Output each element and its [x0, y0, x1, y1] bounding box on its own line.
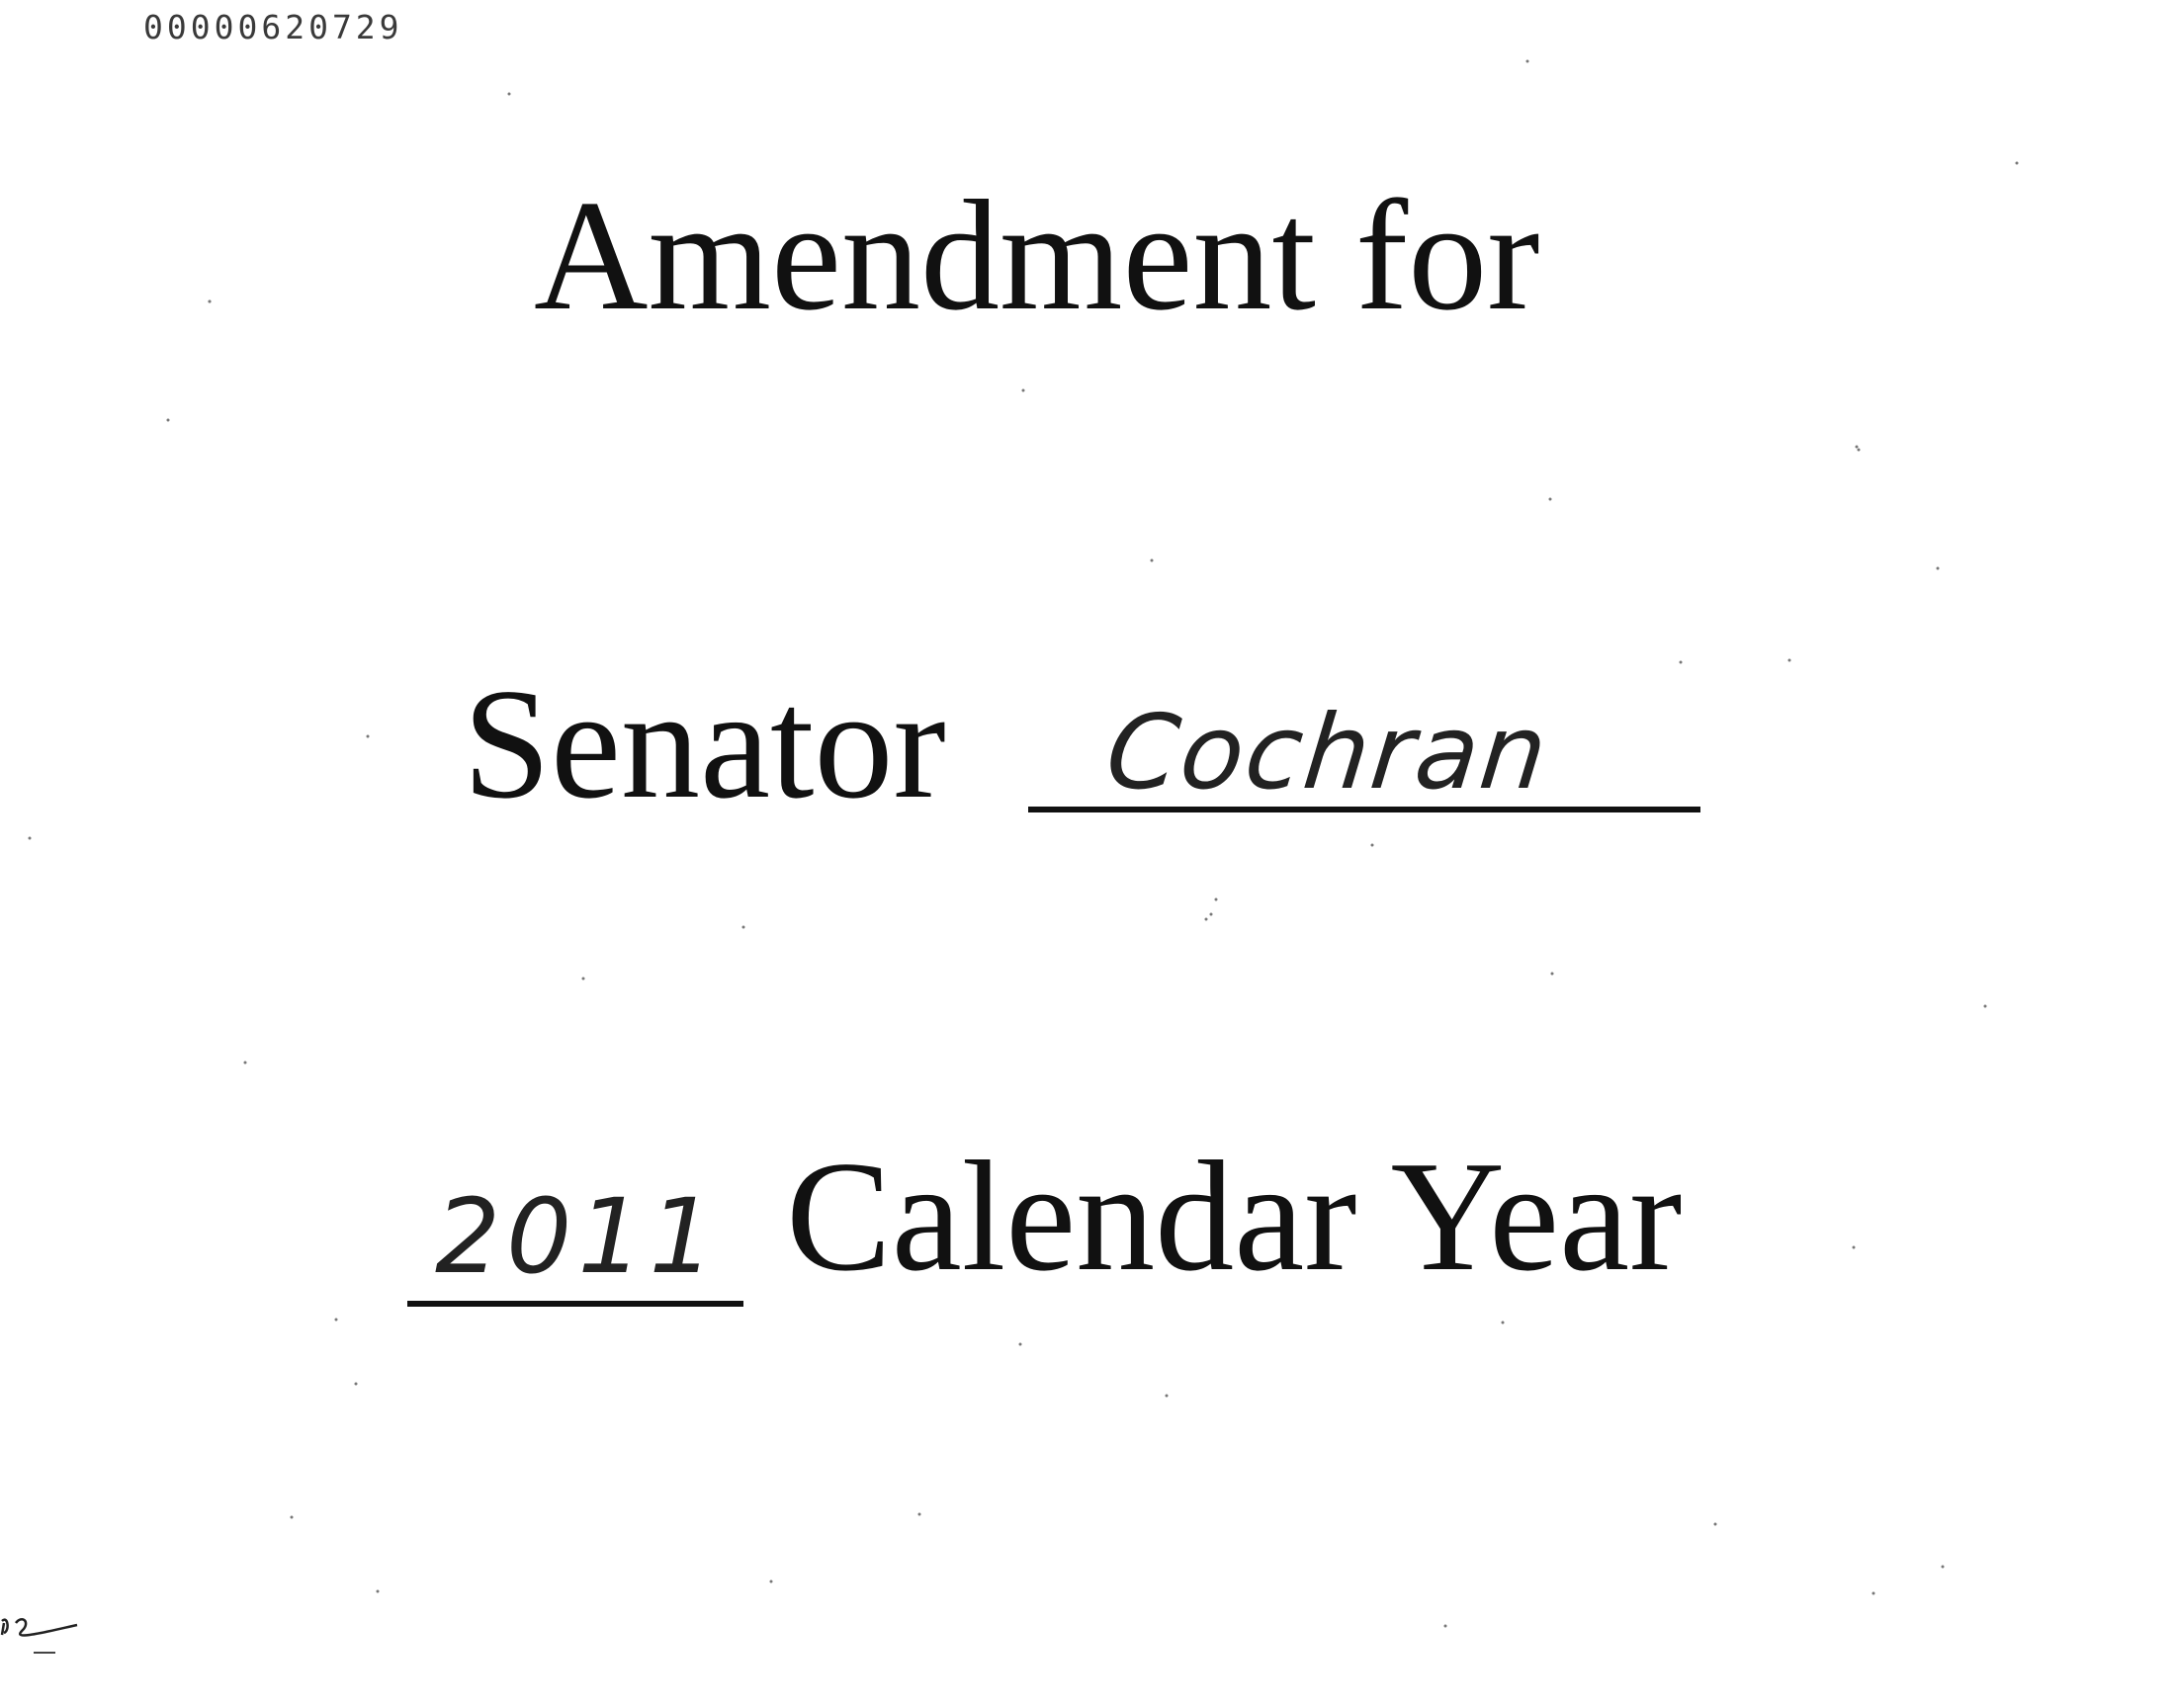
document-page: 00000620729 Amendment for Senator Cochra… — [0, 0, 2175, 1708]
scan-specks — [28, 59, 2019, 1628]
